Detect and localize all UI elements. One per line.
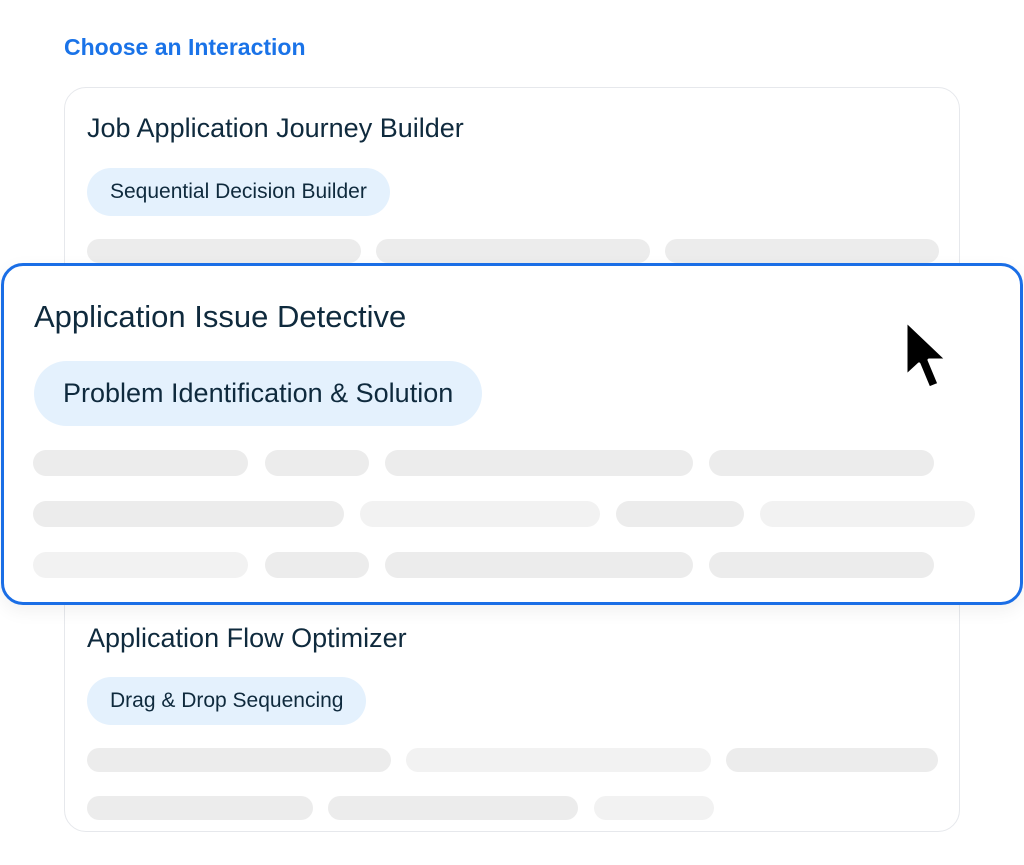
skeleton-line [328, 796, 578, 820]
skeleton-line [87, 239, 361, 263]
skeleton-line [616, 501, 744, 527]
skeleton-line [406, 748, 711, 772]
section-heading: Choose an Interaction [64, 34, 306, 60]
skeleton-line [760, 501, 975, 527]
skeleton-line [33, 552, 248, 578]
skeleton-line [87, 796, 313, 820]
pointer-arrow-icon [904, 319, 949, 390]
skeleton-line [665, 239, 939, 263]
interaction-card-application-flow-optimizer[interactable]: Application Flow Optimizer Drag & Drop S… [64, 580, 960, 832]
card-title: Job Application Journey Builder [87, 113, 464, 143]
skeleton-line [385, 552, 693, 578]
skeleton-line [376, 239, 650, 263]
skeleton-line [265, 552, 369, 578]
skeleton-line [385, 450, 693, 476]
card-title: Application Issue Detective [34, 299, 407, 334]
card-type-tag: Drag & Drop Sequencing [87, 677, 367, 725]
card-type-tag: Problem Identification & Solution [34, 361, 483, 426]
skeleton-line [594, 796, 714, 820]
skeleton-line [709, 450, 934, 476]
card-title: Application Flow Optimizer [87, 623, 407, 653]
skeleton-line [709, 552, 934, 578]
card-type-tag: Sequential Decision Builder [87, 168, 390, 216]
interaction-card-job-application-journey-builder[interactable]: Job Application Journey Builder Sequenti… [64, 87, 960, 287]
skeleton-line [726, 748, 938, 772]
interaction-card-application-issue-detective[interactable]: Application Issue Detective Problem Iden… [1, 263, 1023, 605]
skeleton-line [33, 501, 344, 527]
skeleton-line [87, 748, 391, 772]
skeleton-line [265, 450, 369, 476]
skeleton-line [33, 450, 248, 476]
skeleton-line [360, 501, 600, 527]
